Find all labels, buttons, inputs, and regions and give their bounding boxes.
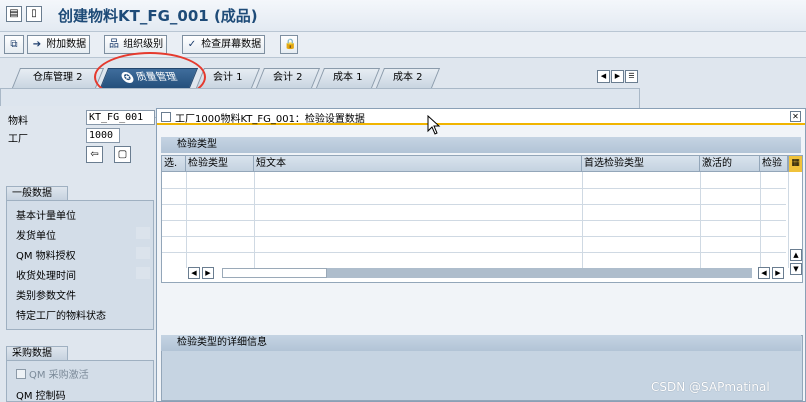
table-row[interactable] <box>162 220 786 221</box>
tab-navigation: ◀ ▶ ☰ <box>597 70 639 84</box>
scroll-right-icon[interactable]: ▶ <box>202 267 214 279</box>
qm-material-auth-field[interactable] <box>136 247 150 259</box>
material-field[interactable]: KT_FG_001 <box>86 110 155 125</box>
table-settings-icon[interactable]: ▦ <box>788 156 802 172</box>
general-data-group: 基本计量单位 发货单位 QM 物料授权 收货处理时间 类别参数文件 特定工厂的物… <box>6 200 154 330</box>
purchasing-data-header: 采购数据 <box>6 346 68 360</box>
left-panel: 物料 KT_FG_001 工厂 1000 ⇦ ▢ 一般数据 基本计量单位 发货单… <box>0 106 155 402</box>
inspection-type-table: 选. 检验类型 短文本 首选检验类型 激活的 检验 ▦ ◀ ▶ ◀ ▶ <box>161 155 803 283</box>
qm-control-key-label: QM 控制码 <box>16 391 66 402</box>
inspection-setup-dialog: 工厂1000物料KT_FG_001：检验设置数据 ✕ 检验类型 选. 检验类型 … <box>156 108 806 402</box>
table-row[interactable] <box>162 252 786 253</box>
lock-button[interactable]: 🔒 <box>280 35 298 54</box>
additional-data-button[interactable]: ➔ 附加数据 <box>27 35 91 54</box>
table-row[interactable] <box>162 236 786 237</box>
column-select[interactable]: 选. <box>162 156 186 172</box>
inspection-type-details-header: 检验类型的详细信息 <box>161 335 801 351</box>
scroll-down-icon[interactable]: ▼ <box>790 263 802 275</box>
switch-view-button[interactable]: ⧉ <box>4 35 24 54</box>
plant-label: 工厂 <box>8 134 28 145</box>
scroll-thumb[interactable] <box>222 268 327 278</box>
column-short-text[interactable]: 短文本 <box>254 156 582 172</box>
inspection-types-header: 检验类型 <box>161 137 801 153</box>
qm-proc-active-row[interactable]: QM 采购激活 <box>16 366 89 381</box>
page-icon[interactable]: ▯ <box>26 6 42 22</box>
qm-material-auth-label: QM 物料授权 <box>16 251 76 262</box>
column-inspection[interactable]: 检验 <box>760 156 788 172</box>
tab-warehouse-2[interactable]: 仓库管理 2 <box>11 68 105 88</box>
column-active[interactable]: 激活的 <box>700 156 760 172</box>
base-uom-label: 基本计量单位 <box>16 211 76 222</box>
horizontal-scrollbar[interactable]: ◀ ▶ <box>188 267 758 280</box>
column-preferred-type[interactable]: 首选检验类型 <box>582 156 700 172</box>
page-title: 创建物料KT_FG_001 (成品) <box>58 7 258 25</box>
tab-accounting-2[interactable]: 会计 2 <box>255 68 321 88</box>
dialog-window-icon <box>161 112 171 122</box>
lock-icon: 🔒 <box>284 39 297 50</box>
org-levels-button[interactable]: 品 组织级别 <box>104 35 168 54</box>
table-divider <box>788 172 789 268</box>
back-icon[interactable]: ⇦ <box>86 146 103 163</box>
vertical-scrollbar[interactable]: ▲ ▼ <box>790 249 803 285</box>
tab-list-icon[interactable]: ☰ <box>625 70 638 83</box>
gr-processing-time-label: 收货处理时间 <box>16 271 76 282</box>
dialog-title-bar: 工厂1000物料KT_FG_001：检验设置数据 ✕ <box>157 109 805 125</box>
plant-material-status-label: 特定工厂的物料状态 <box>16 311 106 322</box>
checkbox-icon[interactable] <box>16 369 26 379</box>
org-structure-icon: 品 <box>109 39 119 50</box>
purchasing-data-group: QM 采购激活 QM 控制码 <box>6 360 154 402</box>
class-profile-label: 类别参数文件 <box>16 291 76 302</box>
scroll-left-end-icon[interactable]: ◀ <box>758 267 770 279</box>
title-bar: ▤ ▯ 创建物料KT_FG_001 (成品) <box>0 0 806 32</box>
general-data-header: 一般数据 <box>6 186 68 200</box>
document-icon[interactable]: ▢ <box>114 146 131 163</box>
close-icon[interactable]: ✕ <box>790 111 801 122</box>
tab-costing-1[interactable]: 成本 1 <box>315 68 381 88</box>
switch-view-icon: ⧉ <box>10 39 18 50</box>
material-label: 物料 <box>8 116 28 127</box>
plant-field[interactable]: 1000 <box>86 128 120 143</box>
issue-unit-label: 发货单位 <box>16 231 56 242</box>
tab-prev-icon[interactable]: ◀ <box>597 70 610 83</box>
tab-costing-2[interactable]: 成本 2 <box>375 68 441 88</box>
check-icon: ✓ <box>187 39 197 50</box>
application-toolbar: ⧉ ➔ 附加数据 品 组织级别 ✓ 检查屏幕数据 🔒 <box>0 32 806 58</box>
scroll-left-icon[interactable]: ◀ <box>188 267 200 279</box>
table-row[interactable] <box>162 188 786 189</box>
watermark: CSDN @SAPmatinal <box>651 380 770 394</box>
gr-processing-time-field[interactable] <box>136 267 150 279</box>
issue-unit-field[interactable] <box>136 227 150 239</box>
column-inspection-type[interactable]: 检验类型 <box>186 156 254 172</box>
arrow-right-icon: ➔ <box>32 39 42 50</box>
tab-next-icon[interactable]: ▶ <box>611 70 624 83</box>
dialog-title: 工厂1000物料KT_FG_001：检验设置数据 <box>175 114 365 125</box>
table-row[interactable] <box>162 204 786 205</box>
table-header: 选. 检验类型 短文本 首选检验类型 激活的 检验 ▦ <box>162 156 802 172</box>
check-screen-data-button[interactable]: ✓ 检查屏幕数据 <box>182 35 266 54</box>
mouse-pointer-icon <box>427 115 441 135</box>
scroll-right-end-icon[interactable]: ▶ <box>772 267 784 279</box>
scroll-up-icon[interactable]: ▲ <box>790 249 802 261</box>
menu-icon[interactable]: ▤ <box>6 6 22 22</box>
